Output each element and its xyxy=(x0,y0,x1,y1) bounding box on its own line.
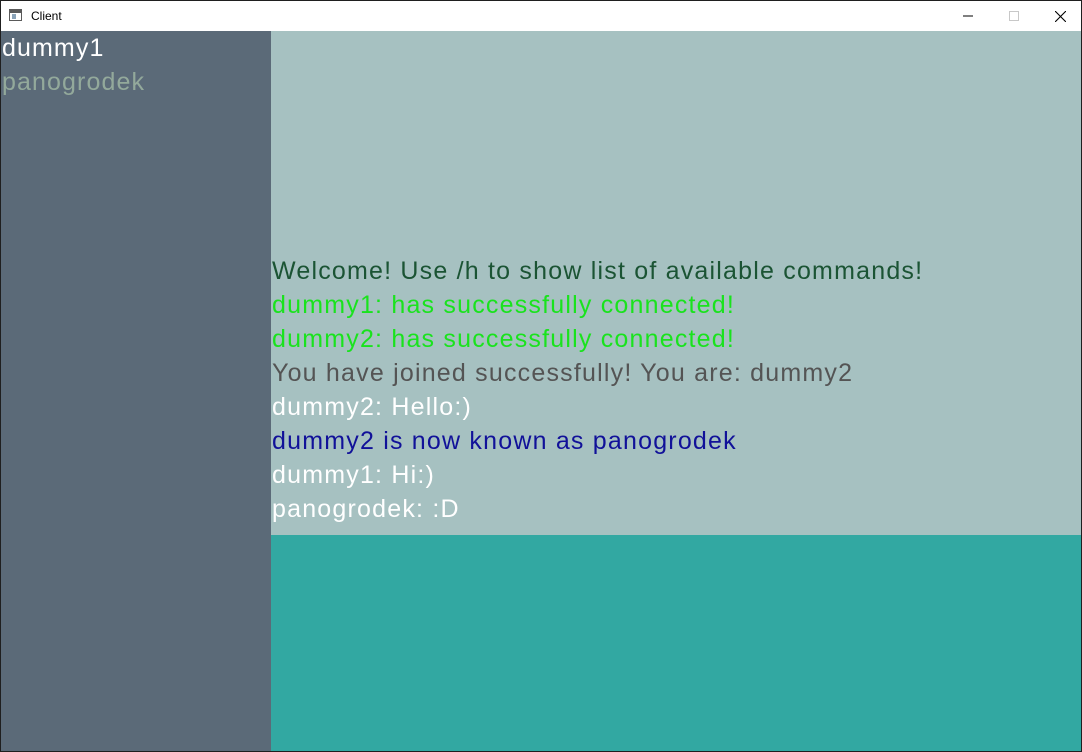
chat-message: Welcome! Use /h to show list of availabl… xyxy=(272,257,924,285)
chat-message: panogrodek: :D xyxy=(272,495,460,523)
minimize-button[interactable] xyxy=(945,1,991,31)
message-input[interactable] xyxy=(271,535,1081,751)
window-title: Client xyxy=(31,9,62,23)
chat-message: dummy1: has successfully connected! xyxy=(272,291,736,319)
chat-log[interactable]: Welcome! Use /h to show list of availabl… xyxy=(271,31,1081,535)
user-item-dummy1: dummy1 xyxy=(2,34,105,62)
app-window-icon xyxy=(9,9,22,21)
close-icon xyxy=(1055,11,1066,22)
title-bar[interactable]: Client xyxy=(1,1,1081,31)
client-window: Client dummy1 panogrodek Welcome! Use /h… xyxy=(0,0,1082,752)
user-list: dummy1 panogrodek xyxy=(1,31,271,751)
minimize-icon xyxy=(963,15,973,17)
maximize-icon xyxy=(1009,11,1019,21)
chat-message: dummy2 is now known as panogrodek xyxy=(272,427,737,455)
chat-message: You have joined successfully! You are: d… xyxy=(272,359,854,387)
user-item-panogrodek: panogrodek xyxy=(2,68,146,96)
chat-message: dummy2: has successfully connected! xyxy=(272,325,736,353)
chat-message: dummy2: Hello:) xyxy=(272,393,472,421)
maximize-button[interactable] xyxy=(991,1,1037,31)
close-button[interactable] xyxy=(1037,1,1081,31)
chat-message: dummy1: Hi:) xyxy=(272,461,436,489)
